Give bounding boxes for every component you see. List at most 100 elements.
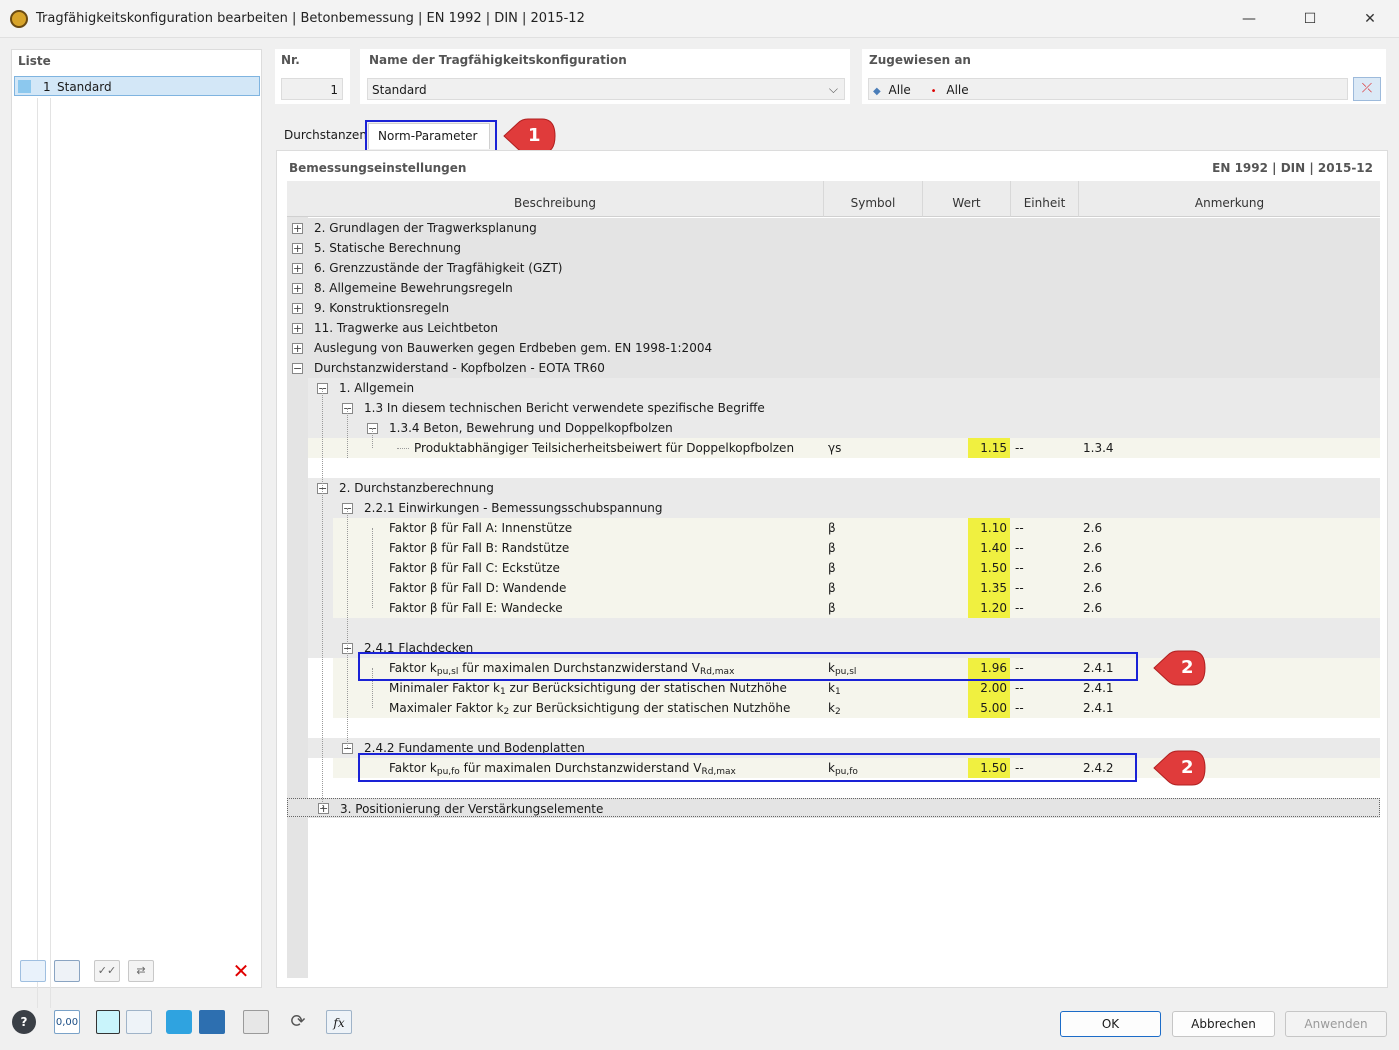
model-icon[interactable] [166, 1010, 192, 1034]
database-icon[interactable] [243, 1010, 269, 1034]
name-field[interactable]: Standard ⌵ [367, 78, 845, 100]
callout-badge-3: 2 [1152, 750, 1206, 786]
value-cell[interactable]: 2.00 [968, 678, 1010, 698]
chevron-down-icon[interactable]: ⌵ [829, 82, 838, 97]
assigned-field[interactable]: ◆ Alle • Alle [868, 78, 1348, 100]
expand-icon[interactable]: + [292, 243, 303, 254]
check-all-icon[interactable]: ✓✓ [94, 960, 120, 982]
table-row[interactable]: Faktor β für Fall D: Wandende β 1.35 -- 2.6 [333, 578, 1380, 598]
table-row[interactable]: +11. Tragwerke aus Leichtbeton [287, 318, 1380, 338]
nr-label: Nr. [281, 53, 300, 67]
row-label: Produktabhängiger Teilsicherheitsbeiwert… [414, 441, 795, 455]
section-norm: EN 1992 | DIN | 2015-12 [1212, 161, 1373, 175]
row-label: 1.3 In diesem technischen Bericht verwen… [364, 401, 765, 415]
help-icon[interactable]: ? [12, 1010, 36, 1034]
value-cell[interactable]: 1.35 [968, 578, 1010, 598]
unit-cell: -- [1015, 581, 1024, 595]
table-row[interactable]: Faktor β für Fall E: Wandecke β 1.20 -- 2.6 [333, 598, 1380, 618]
table-row[interactable]: +6. Grenzzustände der Tragfähigkeit (GZT… [287, 258, 1380, 278]
expand-icon[interactable]: + [292, 343, 303, 354]
tree-line [37, 98, 38, 1008]
collapse-icon[interactable]: − [292, 363, 303, 374]
expand-icon[interactable]: + [292, 303, 303, 314]
table-row[interactable]: +9. Konstruktionsregeln [287, 298, 1380, 318]
table-row[interactable]: −1.3.4 Beton, Bewehrung und Doppelkopfbo… [287, 418, 1380, 438]
unit-cell: -- [1015, 601, 1024, 615]
reset-icon[interactable]: ⟳ [285, 1010, 311, 1034]
color-swatch-icon [18, 80, 31, 93]
list-item[interactable]: 1 Standard [14, 76, 260, 96]
formula-icon[interactable]: fx [326, 1010, 352, 1034]
value-cell[interactable]: 1.20 [968, 598, 1010, 618]
callout-badge-2: 2 [1152, 650, 1206, 686]
unit-cell: -- [1015, 521, 1024, 535]
copy-item-icon[interactable] [54, 960, 80, 982]
table-row[interactable]: Produktabhängiger Teilsicherheitsbeiwert… [308, 438, 1380, 458]
row-label: Faktor β für Fall E: Wandecke [389, 601, 563, 615]
table-row[interactable]: +3. Positionierung der Verstärkungseleme… [287, 798, 1380, 817]
table-row[interactable]: + Auslegung von Bauwerken gegen Erdbeben … [287, 338, 1380, 358]
check-toggle-icon[interactable]: ⇄ [128, 960, 154, 982]
table-row[interactable]: Faktor β für Fall C: Eckstütze β 1.50 -- 2.6 [333, 558, 1380, 578]
title-bar: Tragfähigkeitskonfiguration bearbeiten |… [0, 0, 1399, 38]
expand-icon[interactable]: + [292, 323, 303, 334]
delete-icon[interactable]: ✕ [228, 960, 254, 982]
nr-field[interactable]: 1 [281, 78, 343, 100]
note-cell: 2.6 [1083, 601, 1103, 615]
table-row[interactable]: +2. Grundlagen der Tragwerksplanung [287, 218, 1380, 238]
expand-icon[interactable]: + [292, 283, 303, 294]
expand-icon[interactable]: + [292, 263, 303, 274]
tree-line [372, 528, 373, 608]
display-icon[interactable] [126, 1010, 152, 1034]
callout-shape-icon [1153, 750, 1206, 786]
table-row[interactable]: −2.2.1 Einwirkungen - Bemessungsschubspa… [287, 498, 1380, 518]
ok-button[interactable]: OK [1060, 1011, 1161, 1037]
select-in-model-icon[interactable]: ⤫ [1353, 77, 1381, 101]
table-row[interactable]: Minimaler Faktor k1 zur Berücksichtigung… [333, 678, 1380, 698]
note-cell: 2.6 [1083, 561, 1103, 575]
symbol-cell: β [828, 561, 836, 575]
row-label: 1.3.4 Beton, Bewehrung und Doppelkopfbol… [389, 421, 673, 435]
tree-line [347, 408, 348, 458]
table-row[interactable]: −1. Allgemein [287, 378, 1380, 398]
table-row[interactable]: Faktor β für Fall A: Innenstütze β 1.10 -- 2… [333, 518, 1380, 538]
note-cell: 2.4.1 [1083, 701, 1114, 715]
value-cell[interactable]: 1.15 [968, 438, 1010, 458]
tab-durchstanzen[interactable]: Durchstanzen [284, 123, 367, 149]
table-row[interactable]: − Durchstanzwiderstand - Kopfbolzen - EOT… [287, 358, 1380, 378]
new-item-icon[interactable] [20, 960, 46, 982]
note-cell: 2.6 [1083, 521, 1103, 535]
value-cell[interactable]: 1.10 [968, 518, 1010, 538]
nr-panel: Nr. 1 [275, 49, 350, 104]
apply-button[interactable]: Anwenden [1285, 1011, 1387, 1037]
member-icon: ◆ [873, 86, 881, 97]
highlight-box-kpu-fo [358, 753, 1137, 782]
symbol-cell: k2 [828, 701, 841, 717]
maximize-button[interactable]: ☐ [1290, 6, 1330, 32]
value-cell[interactable]: 1.50 [968, 558, 1010, 578]
color-icon[interactable] [96, 1010, 120, 1034]
window-title: Tragfähigkeitskonfiguration bearbeiten |… [36, 11, 585, 26]
units-icon[interactable]: 0,00 [54, 1010, 80, 1034]
minimize-button[interactable]: — [1229, 6, 1269, 32]
highlight-box-tab [365, 120, 497, 153]
save-icon[interactable] [199, 1010, 225, 1034]
assigned-value-b: Alle [946, 83, 969, 97]
assigned-value-a: Alle [888, 83, 911, 97]
expand-icon[interactable]: + [318, 803, 329, 814]
table-row[interactable]: −2. Durchstanzberechnung [287, 478, 1380, 498]
symbol-cell: β [828, 581, 836, 595]
value-cell[interactable]: 5.00 [968, 698, 1010, 718]
tree-line [372, 428, 373, 448]
table-row[interactable]: Maximaler Faktor k2 zur Berücksichtigung… [333, 698, 1380, 718]
value-cell[interactable]: 1.40 [968, 538, 1010, 558]
column-header-symbol: Symbol [824, 181, 923, 217]
table-row[interactable]: +8. Allgemeine Bewehrungsregeln [287, 278, 1380, 298]
table-row[interactable]: −1.3 In diesem technischen Bericht verwe… [287, 398, 1380, 418]
table-row[interactable]: Faktor β für Fall B: Randstütze β 1.40 -- 2.… [333, 538, 1380, 558]
close-button[interactable]: ✕ [1350, 6, 1390, 32]
expand-icon[interactable]: + [292, 223, 303, 234]
table-row[interactable]: +5. Statische Berechnung [287, 238, 1380, 258]
cancel-button[interactable]: Abbrechen [1172, 1011, 1275, 1037]
callout-number: 1 [528, 125, 541, 146]
